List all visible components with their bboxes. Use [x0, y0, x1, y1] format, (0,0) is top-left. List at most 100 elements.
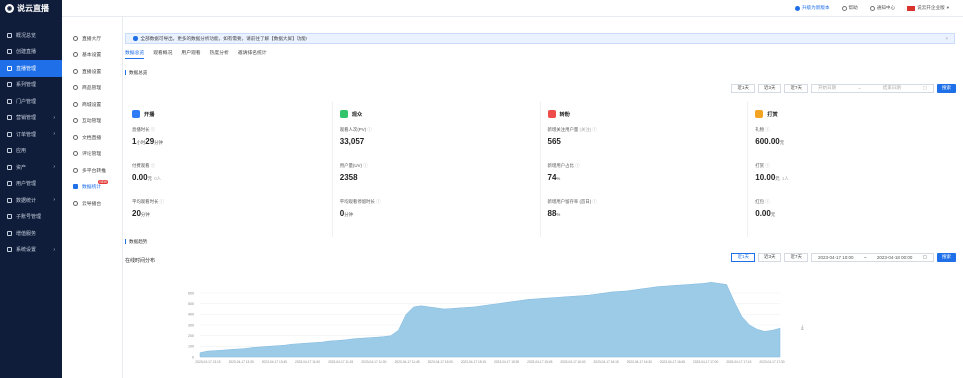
subnav-icon: [73, 101, 78, 107]
sidebar-item[interactable]: 系统设置 ›: [0, 242, 62, 259]
x-tick-label: 2023-04-17 16:45: [660, 360, 685, 364]
metric: 观看人次(PV) ⓘ 33,057: [340, 127, 540, 163]
metric-value: 0.00: [132, 173, 148, 182]
close-icon[interactable]: ×: [945, 36, 948, 41]
help-icon[interactable]: ⓘ: [764, 199, 769, 204]
sub-sidebar: 直播大厅基本设置 直播设置 商品管理 商城设置 互动管理文档直播评论管理 多平台转推 数据统…: [62, 17, 123, 378]
subnav-item[interactable]: 基本设置: [62, 47, 122, 64]
sidebar-item[interactable]: 资产 ›: [0, 159, 62, 176]
subnav-icon: [73, 35, 78, 41]
chart-range-3d-button[interactable]: 近3天: [757, 253, 782, 262]
help-icon[interactable]: ⓘ: [375, 199, 380, 204]
x-tick-label: 2023-04-17 13:30: [229, 360, 254, 364]
metric-value-row: 600.00元: [755, 137, 955, 146]
chevron-right-icon: ›: [53, 164, 55, 171]
subnav-item[interactable]: 直播大厅: [62, 30, 122, 47]
metric-unit: %: [556, 176, 561, 181]
range-7d-button[interactable]: 近7天: [784, 84, 808, 93]
help-label: 帮助: [848, 5, 858, 10]
upgrade-link[interactable]: 升级为新版本: [794, 5, 830, 11]
sidebar-item[interactable]: 创建直播: [0, 44, 62, 61]
stat-card: 打赏 礼物 ⓘ 600.00元 打赏 ⓘ 10.00元 1人 红包 ⓘ 0.00元: [748, 102, 955, 237]
chart-date-range-picker[interactable]: 2023-04-17 10:00 ~ 2023-04-18 00:00 ▢: [811, 253, 934, 262]
main-content: 全部数据可导出，更多的数据分析功能，如有需要，请前往了解【数据大屏】功能! × …: [123, 17, 963, 378]
help-icon[interactable]: ⓘ: [574, 163, 579, 168]
subnav-item[interactable]: 多平台转推: [62, 162, 122, 179]
subnav-item-label: 直播大厅: [82, 36, 102, 42]
upgrade-icon: [794, 5, 800, 11]
user-menu[interactable]: 说云开企业版 ▾: [907, 5, 949, 11]
sidebar-item[interactable]: 直播管理: [0, 60, 62, 77]
sidebar-item[interactable]: 订单管理 ›: [0, 126, 62, 143]
x-tick-label: 2023-04-17 17:15: [726, 360, 751, 364]
stat-card: 观众 观看人次(PV) ⓘ 33,057 用户量(UV) ⓘ 2358 平均观看停留时长 …: [333, 102, 541, 237]
sidebar-item[interactable]: 应用: [0, 143, 62, 160]
help-icon[interactable]: ⓘ: [158, 199, 164, 204]
sidebar-item[interactable]: 增值服务: [0, 225, 62, 242]
sidebar-item[interactable]: 营销管理 ›: [0, 110, 62, 127]
sidebar-item-label: 概况总览: [16, 32, 37, 39]
subnav-item[interactable]: 评论管理: [62, 146, 122, 163]
sidebar-item-label: 用户管理: [16, 181, 37, 188]
help-icon[interactable]: ⓘ: [591, 199, 596, 204]
sidebar-item[interactable]: 系列管理: [0, 77, 62, 94]
metric-unit: 分钟: [140, 212, 150, 217]
sidebar-item[interactable]: 门户管理: [0, 93, 62, 110]
subnav-item[interactable]: 数据统计 NEW: [62, 179, 122, 196]
info-icon: [133, 36, 138, 41]
help-icon[interactable]: ⓘ: [591, 127, 596, 132]
help-icon[interactable]: ⓘ: [764, 163, 769, 168]
subnav-item[interactable]: 商品管理: [62, 80, 122, 97]
subnav-item[interactable]: 互动管理: [62, 113, 122, 130]
help-icon[interactable]: ⓘ: [150, 163, 155, 168]
chart-range-7d-button[interactable]: 近7天: [784, 253, 808, 262]
sidebar-item[interactable]: 子账号管理: [0, 209, 62, 226]
help-icon[interactable]: ⓘ: [150, 127, 155, 132]
chart-range-1d-button[interactable]: 近1天: [731, 253, 755, 262]
tab[interactable]: 观看概况: [153, 49, 172, 59]
x-tick-label: 2023-04-17 11:15: [328, 360, 353, 364]
metric-unit: 元: [147, 176, 152, 181]
x-tick-label: 2023-04-17 11:45: [395, 360, 420, 364]
sidebar-item[interactable]: 数据统计 ›: [0, 192, 62, 209]
subnav-item[interactable]: 直播设置: [62, 63, 122, 80]
app-logo[interactable]: ◉ 说云直播: [0, 0, 62, 17]
help-icon[interactable]: ⓘ: [366, 127, 371, 132]
metric-unit-2: 0人: [154, 176, 162, 181]
metric: 红包 ⓘ 0.00元: [755, 199, 955, 235]
y-tick-label: 500: [188, 302, 194, 306]
metric-label: 付费观看: [132, 163, 150, 168]
calendar-icon: ▢: [922, 85, 927, 91]
date-range-picker[interactable]: 开始日期 ~ 结束日期 ▢: [811, 84, 934, 93]
subnav-icon: [73, 52, 78, 58]
download-icon[interactable]: ⤓: [801, 325, 804, 332]
x-tick-label: 2023-04-17 11:30: [361, 360, 386, 364]
tab[interactable]: 热度分析: [210, 49, 229, 59]
range-1d-button[interactable]: 近1天: [731, 84, 755, 93]
card-title: 开播: [144, 111, 155, 118]
x-tick-label: 2023-04-17 17:00: [693, 360, 718, 364]
sidebar-item[interactable]: 概况总览: [0, 27, 62, 44]
notify-link[interactable]: 通知中心: [869, 5, 895, 11]
metric-label: 打赏: [755, 163, 765, 168]
tab[interactable]: 邀请排名统计: [238, 49, 267, 59]
y-tick-label: 600: [188, 291, 194, 295]
tab[interactable]: 数据总览: [125, 49, 145, 59]
range-3d-button[interactable]: 近3天: [757, 84, 782, 93]
subnav-item-label: 云导播台: [82, 201, 102, 207]
subnav-icon: [73, 68, 78, 74]
subnav-item-label: 文档直播: [82, 135, 102, 141]
chart-search-button[interactable]: 搜索: [937, 253, 956, 262]
search-button[interactable]: 搜索: [937, 84, 956, 93]
help-icon[interactable]: ⓘ: [764, 127, 769, 132]
tab[interactable]: 用户观看: [181, 49, 200, 59]
subnav-item[interactable]: 云导播台: [62, 195, 122, 212]
sidebar-item[interactable]: 用户管理: [0, 176, 62, 193]
subnav-item[interactable]: 商城设置: [62, 96, 122, 113]
upgrade-label: 升级为新版本: [801, 5, 830, 10]
chart-end-date: 2023-04-18 00:00: [876, 254, 913, 260]
help-icon[interactable]: ⓘ: [362, 163, 367, 168]
subnav-item[interactable]: 文档直播: [62, 129, 122, 146]
help-link[interactable]: 帮助: [841, 5, 858, 11]
help-icon: [841, 5, 847, 11]
